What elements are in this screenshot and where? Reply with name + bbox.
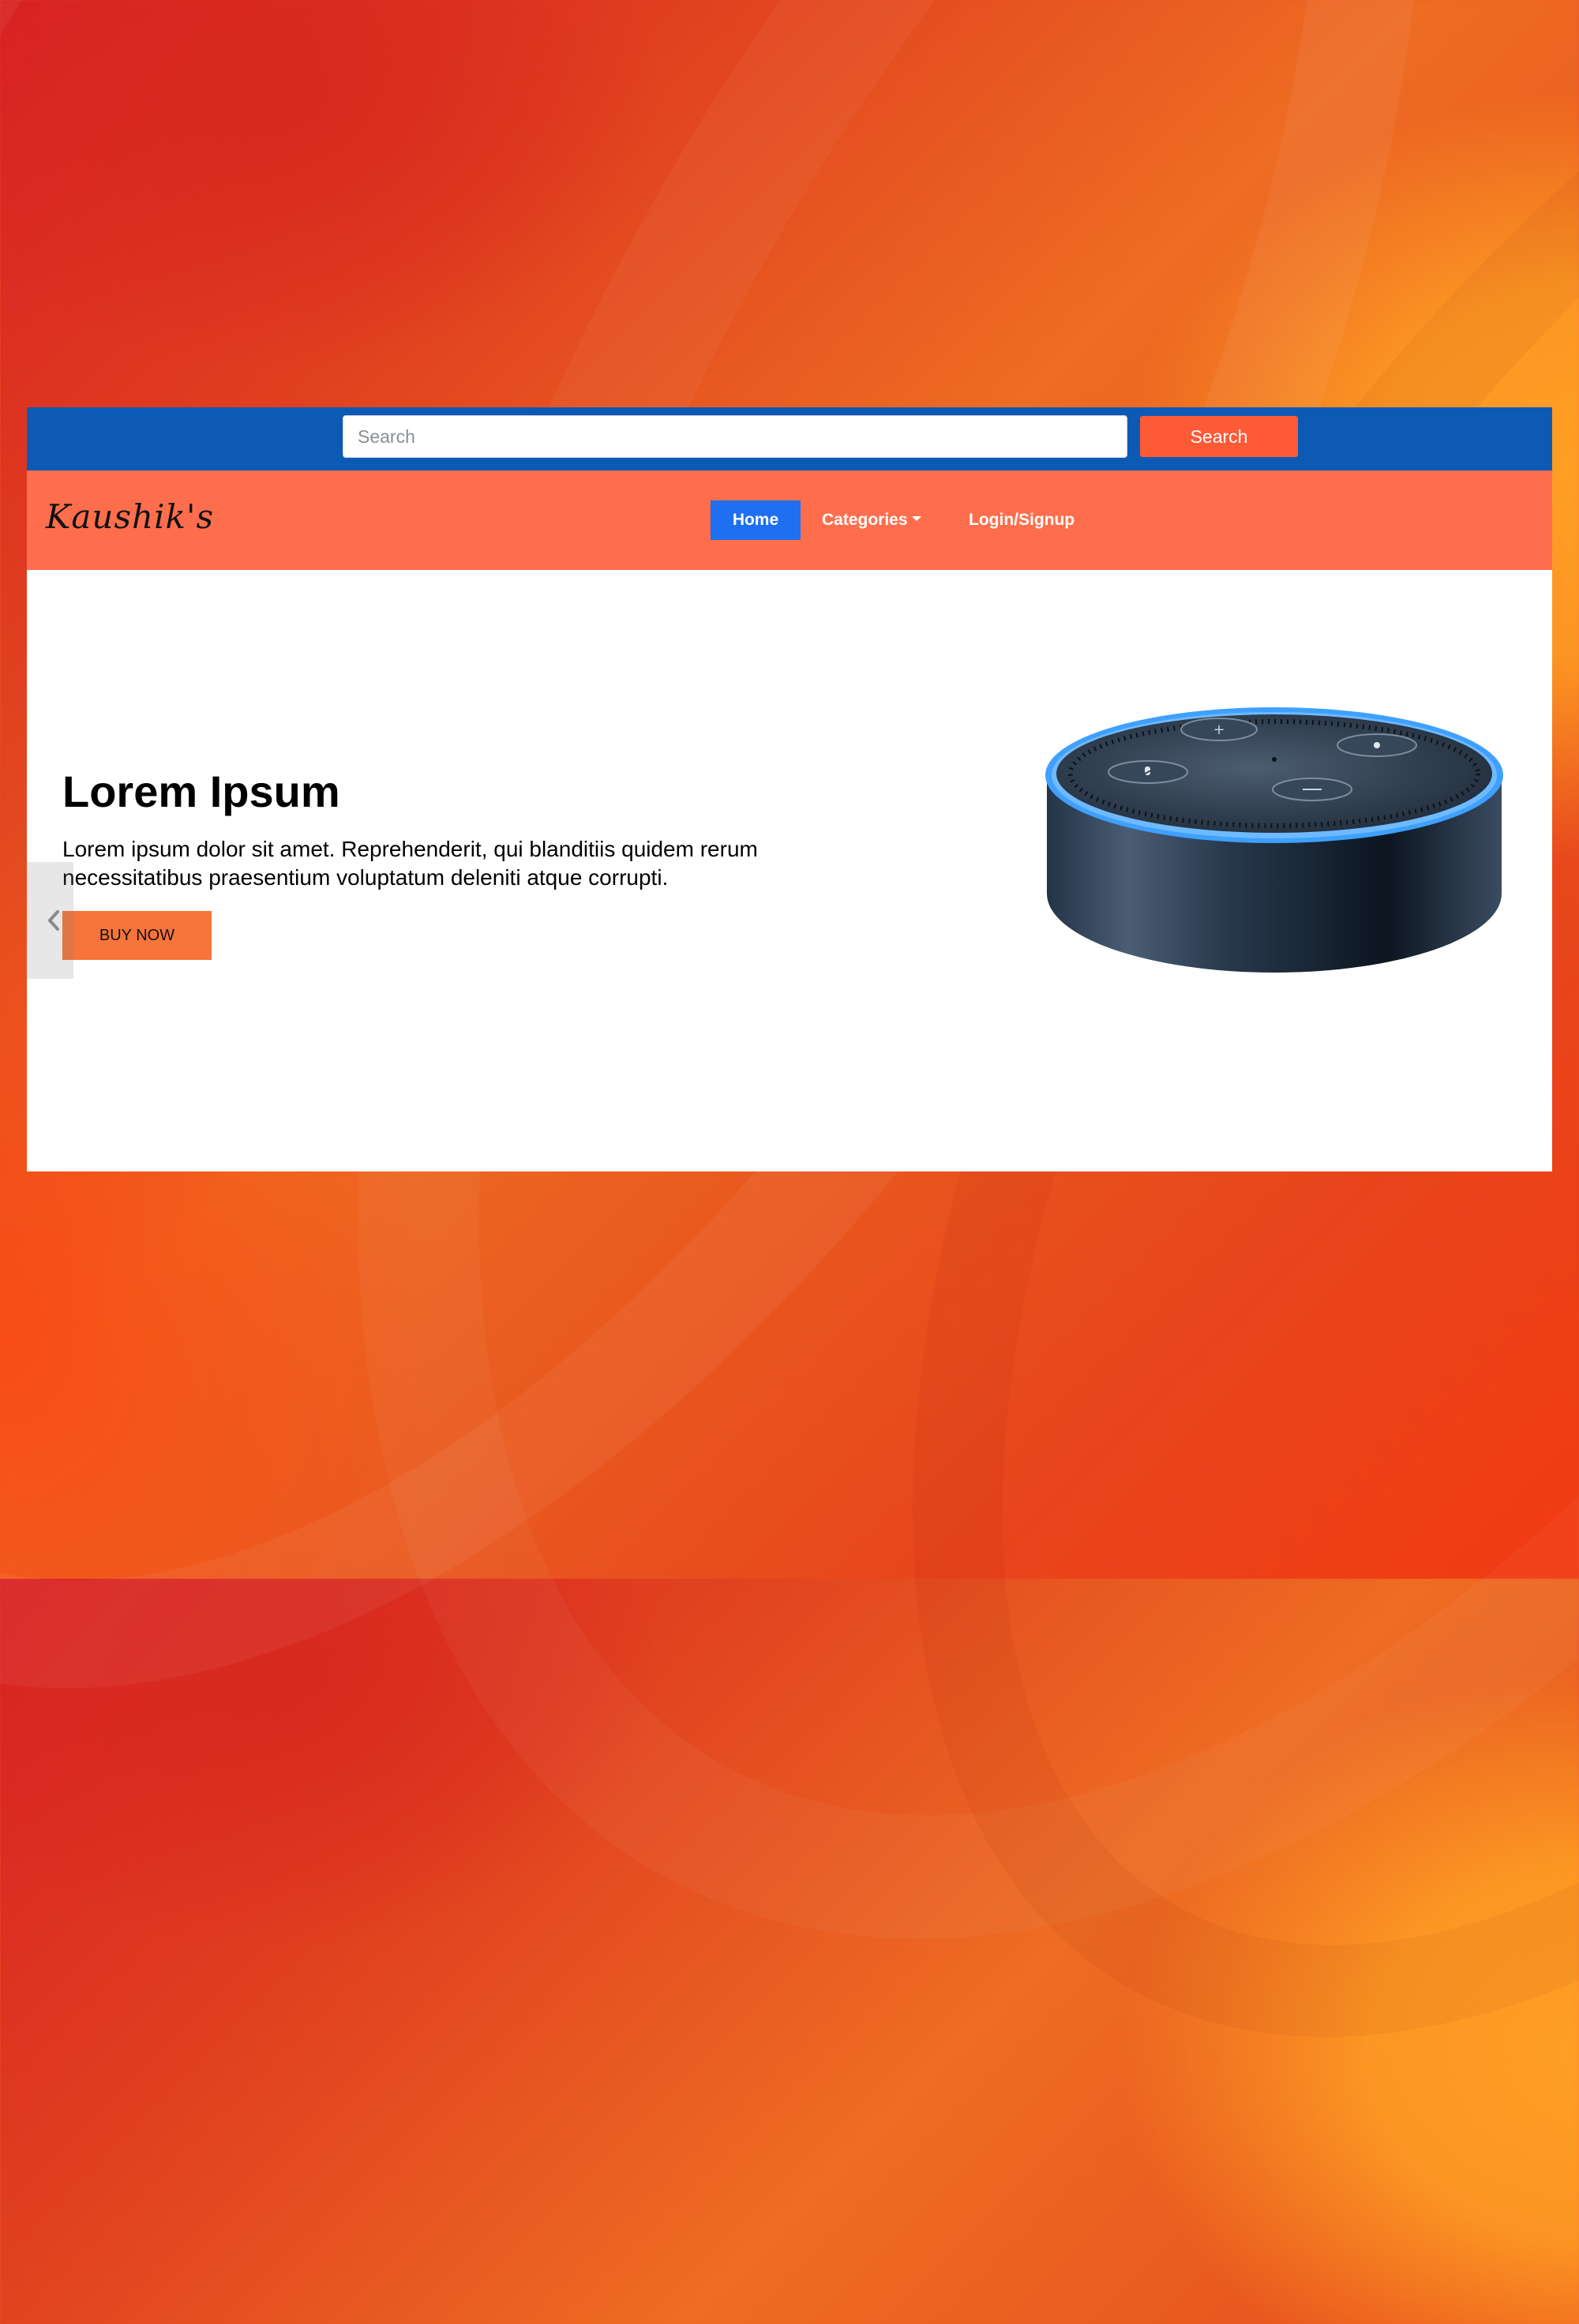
- carousel-prev-button[interactable]: [27, 862, 73, 979]
- brand-logo[interactable]: Kaushik's: [46, 497, 214, 536]
- nav-home-label: Home: [732, 511, 779, 529]
- smart-speaker-image: +: [1045, 707, 1503, 973]
- hero-description: Lorem ipsum dolor sit amet. Reprehenderi…: [62, 837, 758, 890]
- nav-login-signup[interactable]: Login/Signup: [969, 500, 1075, 540]
- website-window: Search Kaushik's Home Categories Login/S…: [27, 407, 1552, 1171]
- nav-categories-label: Categories: [822, 511, 908, 529]
- search-input[interactable]: [343, 415, 1127, 458]
- nav-login-label: Login/Signup: [969, 511, 1075, 529]
- chevron-left-icon: [48, 910, 59, 931]
- nav-home[interactable]: Home: [711, 500, 801, 540]
- nav-categories-dropdown[interactable]: Categories: [822, 500, 921, 540]
- search-button[interactable]: Search: [1140, 416, 1298, 457]
- hero-carousel: Lorem Ipsum Lorem ipsum dolor sit amet. …: [27, 570, 1552, 1171]
- hero-title: Lorem Ipsum: [62, 767, 340, 816]
- svg-text:+: +: [1213, 722, 1225, 738]
- caret-down-icon: [911, 516, 921, 521]
- main-navbar: Kaushik's Home Categories Login/Signup: [27, 470, 1552, 570]
- buy-now-button[interactable]: BUY NOW: [62, 911, 212, 960]
- top-search-bar: Search: [27, 407, 1552, 470]
